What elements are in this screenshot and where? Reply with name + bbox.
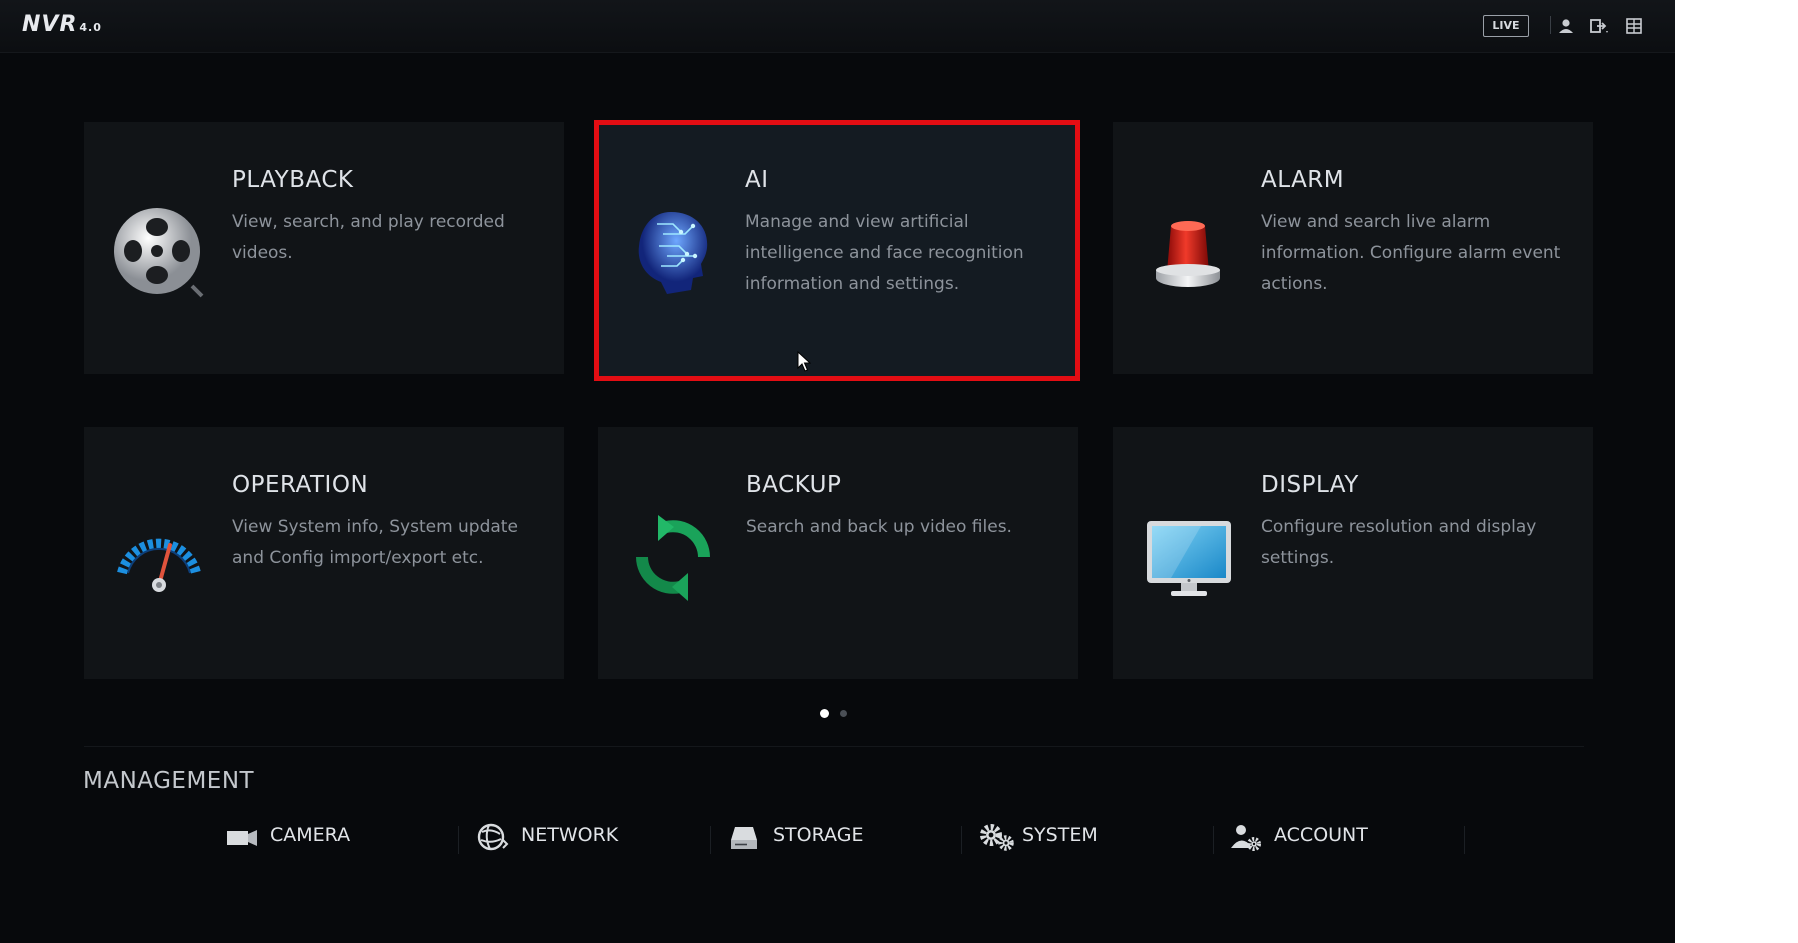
selection-highlight bbox=[594, 120, 1080, 381]
item-divider bbox=[961, 826, 962, 854]
tile-description: Search and back up video files. bbox=[746, 517, 1012, 537]
layout-icon[interactable] bbox=[1623, 16, 1645, 36]
account-gear-icon bbox=[1230, 822, 1262, 852]
page-dot-2[interactable] bbox=[840, 710, 847, 717]
top-bar: NVR 4.0 LIVE bbox=[0, 0, 1675, 53]
camera-icon bbox=[226, 822, 258, 852]
gauge-icon bbox=[112, 511, 206, 605]
alarm-siren-icon bbox=[1141, 206, 1235, 300]
tile-title: PLAYBACK bbox=[232, 167, 354, 193]
nvr-main-menu: NVR 4.0 LIVE PLAYBACK View, search, and … bbox=[0, 0, 1675, 943]
mouse-cursor-icon bbox=[797, 350, 812, 373]
tile-description: View, search, and play recorded videos. bbox=[232, 212, 505, 263]
item-divider bbox=[1464, 826, 1465, 854]
user-icon[interactable] bbox=[1555, 16, 1577, 36]
item-divider bbox=[458, 826, 459, 854]
nvr-logo: NVR 4.0 bbox=[22, 12, 102, 37]
film-reel-icon bbox=[112, 206, 206, 300]
management-item-label: ACCOUNT bbox=[1274, 824, 1368, 846]
toolbar-divider bbox=[1550, 16, 1551, 34]
live-view-button[interactable]: LIVE bbox=[1483, 15, 1529, 37]
tile-alarm[interactable]: ALARM View and search live alarm informa… bbox=[1113, 122, 1593, 374]
management-item-label: STORAGE bbox=[773, 824, 864, 846]
logo-version: 4.0 bbox=[79, 21, 102, 34]
storage-drive-icon bbox=[729, 822, 761, 852]
tile-playback[interactable]: PLAYBACK View, search, and play recorded… bbox=[84, 122, 564, 374]
tile-operation[interactable]: OPERATION View System info, System updat… bbox=[84, 427, 564, 679]
tile-description: Configure resolution and display setting… bbox=[1261, 517, 1537, 568]
tile-title: DISPLAY bbox=[1261, 472, 1359, 498]
management-title: MANAGEMENT bbox=[83, 768, 255, 794]
logo-text: NVR bbox=[22, 12, 78, 37]
item-divider bbox=[710, 826, 711, 854]
management-item-label: CAMERA bbox=[270, 824, 351, 846]
network-globe-icon bbox=[477, 822, 509, 852]
tile-display[interactable]: DISPLAY Configure resolution and display… bbox=[1113, 427, 1593, 679]
management-item-label: NETWORK bbox=[521, 824, 619, 846]
section-divider bbox=[84, 746, 1584, 747]
tile-title: OPERATION bbox=[232, 472, 369, 498]
tile-title: BACKUP bbox=[746, 472, 842, 498]
tile-description: View and search live alarm information. … bbox=[1261, 212, 1561, 294]
page-dot-1[interactable] bbox=[820, 709, 829, 718]
tile-title: ALARM bbox=[1261, 167, 1345, 193]
gears-icon bbox=[978, 822, 1016, 852]
tile-description: View System info, System update and Conf… bbox=[232, 517, 518, 568]
sync-arrows-icon bbox=[626, 511, 720, 605]
item-divider bbox=[1213, 826, 1214, 854]
tile-backup[interactable]: BACKUP Search and back up video files. bbox=[598, 427, 1078, 679]
monitor-icon bbox=[1141, 511, 1235, 605]
management-item-label: SYSTEM bbox=[1022, 824, 1098, 846]
logout-icon[interactable] bbox=[1588, 16, 1610, 36]
